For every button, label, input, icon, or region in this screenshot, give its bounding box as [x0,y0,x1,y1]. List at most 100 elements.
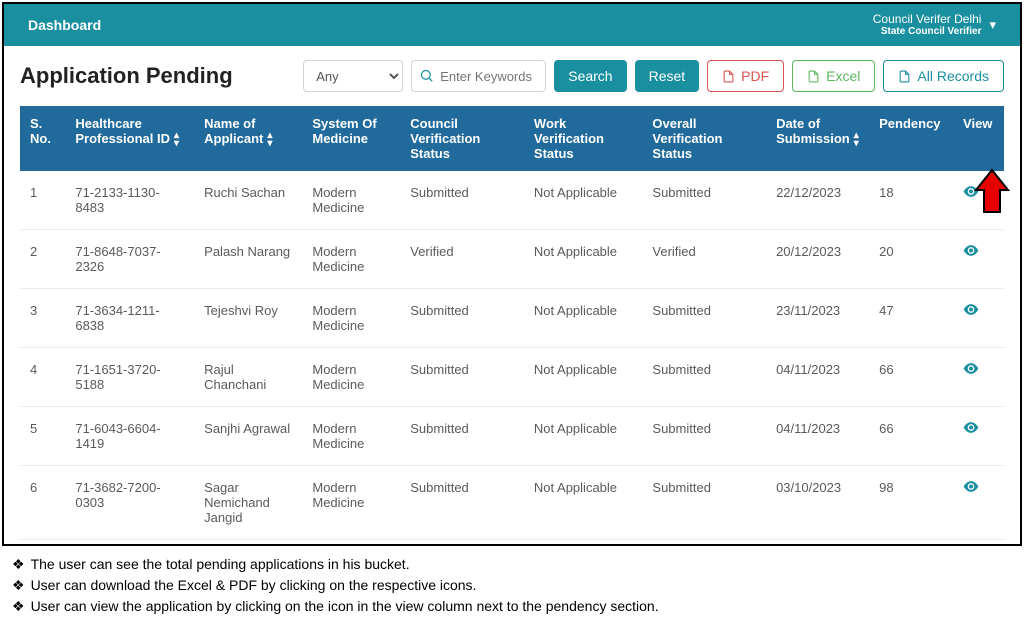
cell-name: Sanjhi Agrawal [194,407,302,466]
excel-label: Excel [826,68,860,84]
cell-system: Modern Medicine [302,466,400,540]
cell-hpid: 71-1651-3720-5188 [65,348,194,407]
cell-system: Modern Medicine [302,171,400,230]
table-row: 5 71-6043-6604-1419 Sanjhi Agrawal Moder… [20,407,1004,466]
user-role: State Council Verifier [873,26,982,38]
cell-date: 23/11/2023 [766,289,869,348]
cell-council: Submitted [400,171,524,230]
cell-date: 04/11/2023 [766,407,869,466]
table-row: 3 71-3634-1211-6838 Tejeshvi Roy Modern … [20,289,1004,348]
cell-system: Modern Medicine [302,289,400,348]
pdf-label: PDF [741,68,769,84]
pdf-icon [722,70,735,83]
cell-pendency: 47 [869,289,953,348]
col-sno: S. No. [20,106,65,171]
user-name: Council Verifer Delhi [873,12,982,26]
cell-date: 03/10/2023 [766,466,869,540]
col-system: System Of Medicine [302,106,400,171]
eye-icon[interactable] [963,303,979,318]
cell-name: Tejeshvi Roy [194,289,302,348]
cell-hpid: 71-2133-1130-8483 [65,171,194,230]
col-overall: Overall Verification Status [642,106,766,171]
cell-work: Not Applicable [524,171,643,230]
cell-council: Submitted [400,289,524,348]
table-row: 2 71-8648-7037-2326 Palash Narang Modern… [20,230,1004,289]
col-pendency: Pendency [869,106,953,171]
cell-view [953,466,1004,540]
cell-overall: Submitted [642,407,766,466]
search-icon [419,68,434,83]
all-records-label: All Records [917,68,989,84]
cell-pendency: 20 [869,230,953,289]
cell-view [953,407,1004,466]
cell-hpid: 71-8648-7037-2326 [65,230,194,289]
cell-system: Modern Medicine [302,348,400,407]
cell-name: Ruchi Sachan [194,171,302,230]
cell-council: Verified [400,230,524,289]
table-row: 4 71-1651-3720-5188 Rajul Chanchani Mode… [20,348,1004,407]
reset-button[interactable]: Reset [635,60,700,92]
cell-overall: Submitted [642,171,766,230]
cell-sno: 4 [20,348,65,407]
cell-sno: 3 [20,289,65,348]
eye-icon[interactable] [963,362,979,377]
eye-icon[interactable] [963,421,979,436]
cell-pendency: 98 [869,466,953,540]
pdf-button[interactable]: PDF [707,60,784,92]
user-menu[interactable]: Council Verifer Delhi State Council Veri… [873,12,982,38]
cell-view [953,348,1004,407]
cell-council: Submitted [400,348,524,407]
col-date[interactable]: Date of Submission▴▾ [766,106,869,171]
cell-hpid: 71-6043-6604-1419 [65,407,194,466]
all-records-button[interactable]: All Records [883,60,1004,92]
dashboard-link[interactable]: Dashboard [28,17,101,33]
cell-overall: Submitted [642,289,766,348]
cell-sno: 5 [20,407,65,466]
col-view: View [953,106,1004,171]
col-work: Work Verification Status [524,106,643,171]
cell-hpid: 71-3634-1211-6838 [65,289,194,348]
cell-name: Sagar Nemichand Jangid [194,466,302,540]
sort-icon: ▴▾ [174,132,179,148]
excel-button[interactable]: Excel [792,60,875,92]
sort-icon: ▴▾ [267,132,272,148]
sort-icon: ▴▾ [854,132,859,148]
excel-icon [807,70,820,83]
cell-work: Not Applicable [524,466,643,540]
cell-overall: Submitted [642,348,766,407]
search-button[interactable]: Search [554,60,626,92]
filter-select[interactable]: Any [303,60,403,92]
page-title: Application Pending [20,63,273,89]
table-row: 6 71-3682-7200-0303 Sagar Nemichand Jang… [20,466,1004,540]
cell-date: 22/12/2023 [766,171,869,230]
cell-system: Modern Medicine [302,407,400,466]
col-hpid[interactable]: Healthcare Professional ID▴▾ [65,106,194,171]
cell-system: Modern Medicine [302,230,400,289]
note-item: ❖User can view the application by clicki… [12,596,1012,617]
cell-sno: 2 [20,230,65,289]
notes-list: ❖The user can see the total pending appl… [0,548,1024,627]
eye-icon[interactable] [963,244,979,259]
cell-pendency: 18 [869,171,953,230]
applications-table: S. No. Healthcare Professional ID▴▾ Name… [20,106,1004,540]
cell-sno: 6 [20,466,65,540]
table-row: 1 71-2133-1130-8483 Ruchi Sachan Modern … [20,171,1004,230]
cell-council: Submitted [400,466,524,540]
col-council: Council Verification Status [400,106,524,171]
cell-overall: Submitted [642,466,766,540]
eye-icon[interactable] [963,480,979,495]
cell-overall: Verified [642,230,766,289]
cell-work: Not Applicable [524,289,643,348]
cell-work: Not Applicable [524,230,643,289]
records-icon [898,70,911,83]
chevron-down-icon[interactable]: ▾ [989,17,996,33]
cell-name: Palash Narang [194,230,302,289]
cell-pendency: 66 [869,407,953,466]
cell-work: Not Applicable [524,407,643,466]
cell-sno: 1 [20,171,65,230]
cell-name: Rajul Chanchani [194,348,302,407]
note-item: ❖The user can see the total pending appl… [12,554,1012,575]
cell-work: Not Applicable [524,348,643,407]
col-name[interactable]: Name of Applicant▴▾ [194,106,302,171]
note-item: ❖User can download the Excel & PDF by cl… [12,575,1012,596]
